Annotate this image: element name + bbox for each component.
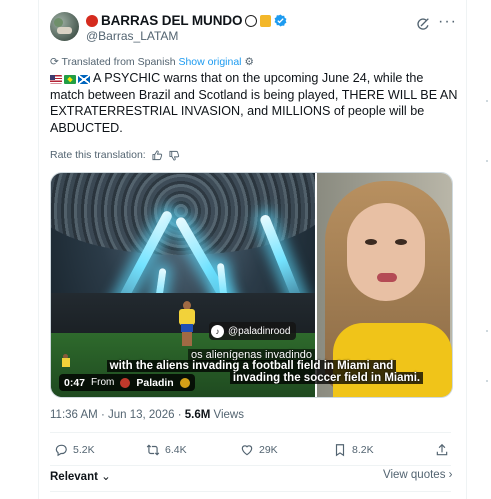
author-display-name-row[interactable]: BARRAS DEL MUNDO	[86, 13, 287, 28]
verified-badge-icon	[274, 14, 287, 27]
view-quotes-label: View quotes	[383, 469, 446, 481]
tweet-meta: 11:36 AM · Jun 13, 2026 · 5.6M Views	[50, 409, 244, 421]
soccer-ball-icon	[245, 14, 258, 27]
chevron-right-icon: ›	[448, 469, 453, 481]
tweet-date[interactable]: Jun 13, 2026	[108, 409, 175, 421]
chevron-down-icon: ⌄	[101, 471, 111, 483]
tweet-header: BARRAS DEL MUNDO @Barras_LATAM ···	[48, 10, 458, 44]
translate-icon: ⟳	[50, 56, 59, 68]
avatar[interactable]	[50, 12, 79, 41]
rate-translation-label: Rate this translation:	[50, 149, 146, 161]
view-quotes-link[interactable]: View quotes ›	[383, 469, 453, 481]
watermark-handle: @paladinrood	[228, 325, 291, 337]
tweet-text: A PSYCHIC warns that on the upcoming Jun…	[50, 71, 458, 135]
video-player[interactable]: ♪ @paladinrood os alienígenas invadindo …	[50, 172, 453, 398]
bookmark-button[interactable]: 8.2K	[333, 443, 374, 457]
tiktok-icon: ♪	[211, 324, 224, 338]
divider	[50, 491, 451, 492]
sort-label: Relevant	[50, 471, 98, 483]
from-label: From	[91, 377, 115, 388]
boxing-glove-icon	[86, 14, 98, 27]
rate-translation-row: Rate this translation:	[50, 149, 180, 161]
divider	[50, 432, 451, 433]
scroll-indicator	[486, 100, 488, 102]
show-original-link[interactable]: Show original	[178, 56, 241, 68]
video-source[interactable]: Paladin	[136, 377, 173, 389]
grok-icon[interactable]	[415, 16, 431, 32]
reply-icon	[55, 444, 67, 457]
action-bar: 5.2K 6.4K 29K 8.2K	[50, 443, 451, 461]
repost-count: 6.4K	[165, 444, 187, 456]
reply-count: 5.2K	[73, 444, 95, 456]
scroll-indicator	[486, 380, 488, 382]
settings-gear-icon[interactable]: ⚙	[244, 56, 253, 68]
video-watermark: ♪ @paladinrood	[209, 322, 297, 340]
brazil-flag-icon	[64, 75, 76, 84]
thumbs-down-icon[interactable]	[169, 150, 180, 161]
bookmark-icon	[335, 444, 345, 457]
reply-button[interactable]: 5.2K	[54, 443, 95, 457]
more-options-icon[interactable]: ···	[438, 13, 457, 31]
author-handle[interactable]: @Barras_LATAM	[86, 29, 178, 43]
repost-button[interactable]: 6.4K	[146, 443, 187, 457]
repost-icon	[146, 444, 160, 456]
divider	[50, 465, 451, 466]
scroll-indicator	[486, 160, 488, 162]
video-duration: 0:47	[64, 376, 86, 389]
share-icon	[436, 443, 448, 456]
translation-note-row: ⟳ Translated from Spanish Show original …	[50, 56, 254, 68]
us-flag-icon	[50, 75, 62, 84]
source-avatar-icon	[120, 377, 131, 388]
views-label: Views	[213, 409, 244, 421]
share-button[interactable]	[435, 443, 449, 457]
flags	[50, 75, 90, 84]
scotland-flag-icon	[78, 75, 90, 84]
author-display-name: BARRAS DEL MUNDO	[101, 13, 243, 28]
video-time-badge: 0:47 From Paladin	[59, 374, 195, 391]
thumbs-up-icon[interactable]	[152, 149, 163, 161]
like-count: 29K	[259, 444, 278, 456]
timeline-border-left	[38, 0, 39, 499]
heart-icon	[241, 445, 253, 456]
medal-icon	[179, 377, 190, 388]
bookmark-count: 8.2K	[352, 444, 374, 456]
like-button[interactable]: 29K	[240, 443, 278, 457]
tweet-text-block: A PSYCHIC warns that on the upcoming Jun…	[50, 70, 458, 136]
sort-replies-dropdown[interactable]: Relevant ⌄	[50, 469, 111, 483]
scroll-indicator	[486, 330, 488, 332]
timeline-border-right	[466, 0, 467, 499]
tweet-time[interactable]: 11:36 AM	[50, 409, 98, 421]
translation-note: Translated from Spanish	[61, 56, 176, 68]
trophy-icon	[260, 14, 272, 27]
views-count: 5.6M	[184, 409, 211, 421]
